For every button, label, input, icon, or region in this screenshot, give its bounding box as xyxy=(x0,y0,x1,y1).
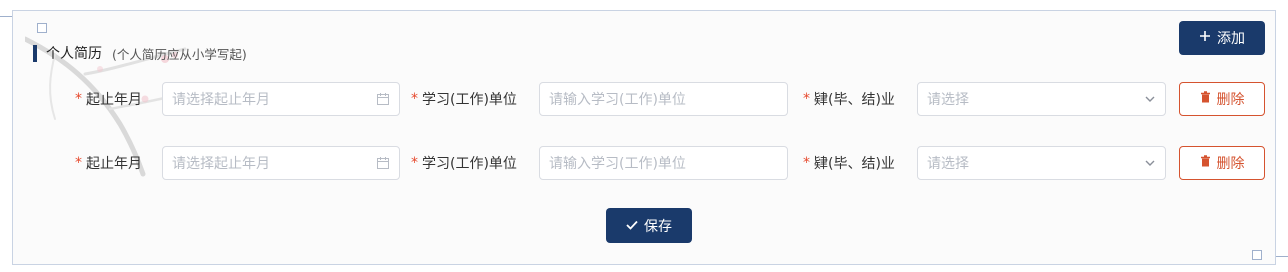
required-asterisk: * xyxy=(803,91,810,107)
add-button[interactable]: 添加 xyxy=(1179,21,1265,55)
delete-button[interactable]: 删除 xyxy=(1179,146,1265,180)
save-button-label: 保存 xyxy=(644,218,672,235)
required-asterisk: * xyxy=(803,155,810,171)
delete-button-label: 删除 xyxy=(1216,92,1245,108)
completion-status-label: * 肄(毕、结)业 xyxy=(803,155,895,172)
section-subtitle: (个人简历应从小学写起) xyxy=(112,46,247,62)
date-range-picker[interactable]: 请选择起止年月 xyxy=(162,82,400,116)
date-range-picker[interactable]: 请选择起止年月 xyxy=(162,146,400,180)
frame-corner-bottom-right xyxy=(1252,250,1262,260)
required-asterisk: * xyxy=(75,91,82,107)
calendar-icon xyxy=(376,156,390,170)
delete-button-label: 删除 xyxy=(1216,156,1245,172)
chevron-down-icon xyxy=(1144,93,1156,105)
unit-input[interactable]: 请输入学习(工作)单位 xyxy=(539,146,788,180)
completion-status-label: * 肄(毕、结)业 xyxy=(803,91,895,108)
unit-input[interactable]: 请输入学习(工作)单位 xyxy=(539,82,788,116)
resume-entry-row: * 起止年月 请选择起止年月 * 学习(工作)单位 请输入学习(工作)单位 * … xyxy=(0,82,1288,116)
section-title-bar xyxy=(33,44,37,62)
trash-icon xyxy=(1200,155,1211,171)
save-button[interactable]: 保存 xyxy=(606,208,692,243)
date-range-placeholder: 请选择起止年月 xyxy=(172,92,270,108)
plus-icon xyxy=(1199,30,1211,46)
delete-button[interactable]: 删除 xyxy=(1179,82,1265,116)
check-icon xyxy=(626,218,638,234)
completion-status-select[interactable]: 请选择 xyxy=(917,82,1166,116)
resume-entry-row: * 起止年月 请选择起止年月 * 学习(工作)单位 请输入学习(工作)单位 * … xyxy=(0,146,1288,180)
date-range-label: * 起止年月 xyxy=(75,155,142,172)
unit-placeholder: 请输入学习(工作)单位 xyxy=(549,156,686,172)
section-header: 个人简历 (个人简历应从小学写起) xyxy=(33,44,247,62)
completion-status-select[interactable]: 请选择 xyxy=(917,146,1166,180)
frame-corner-top-left xyxy=(37,23,47,33)
date-range-label: * 起止年月 xyxy=(75,91,142,108)
calendar-icon xyxy=(376,92,390,106)
section-title: 个人简历 xyxy=(46,46,102,62)
chevron-down-icon xyxy=(1144,157,1156,169)
date-range-placeholder: 请选择起止年月 xyxy=(172,156,270,172)
trash-icon xyxy=(1200,91,1211,107)
required-asterisk: * xyxy=(411,155,418,171)
completion-status-placeholder: 请选择 xyxy=(927,156,969,172)
add-button-label: 添加 xyxy=(1217,31,1245,47)
unit-label: * 学习(工作)单位 xyxy=(411,91,517,108)
unit-label: * 学习(工作)单位 xyxy=(411,155,517,172)
required-asterisk: * xyxy=(411,91,418,107)
required-asterisk: * xyxy=(75,155,82,171)
unit-placeholder: 请输入学习(工作)单位 xyxy=(549,92,686,108)
completion-status-placeholder: 请选择 xyxy=(927,92,969,108)
